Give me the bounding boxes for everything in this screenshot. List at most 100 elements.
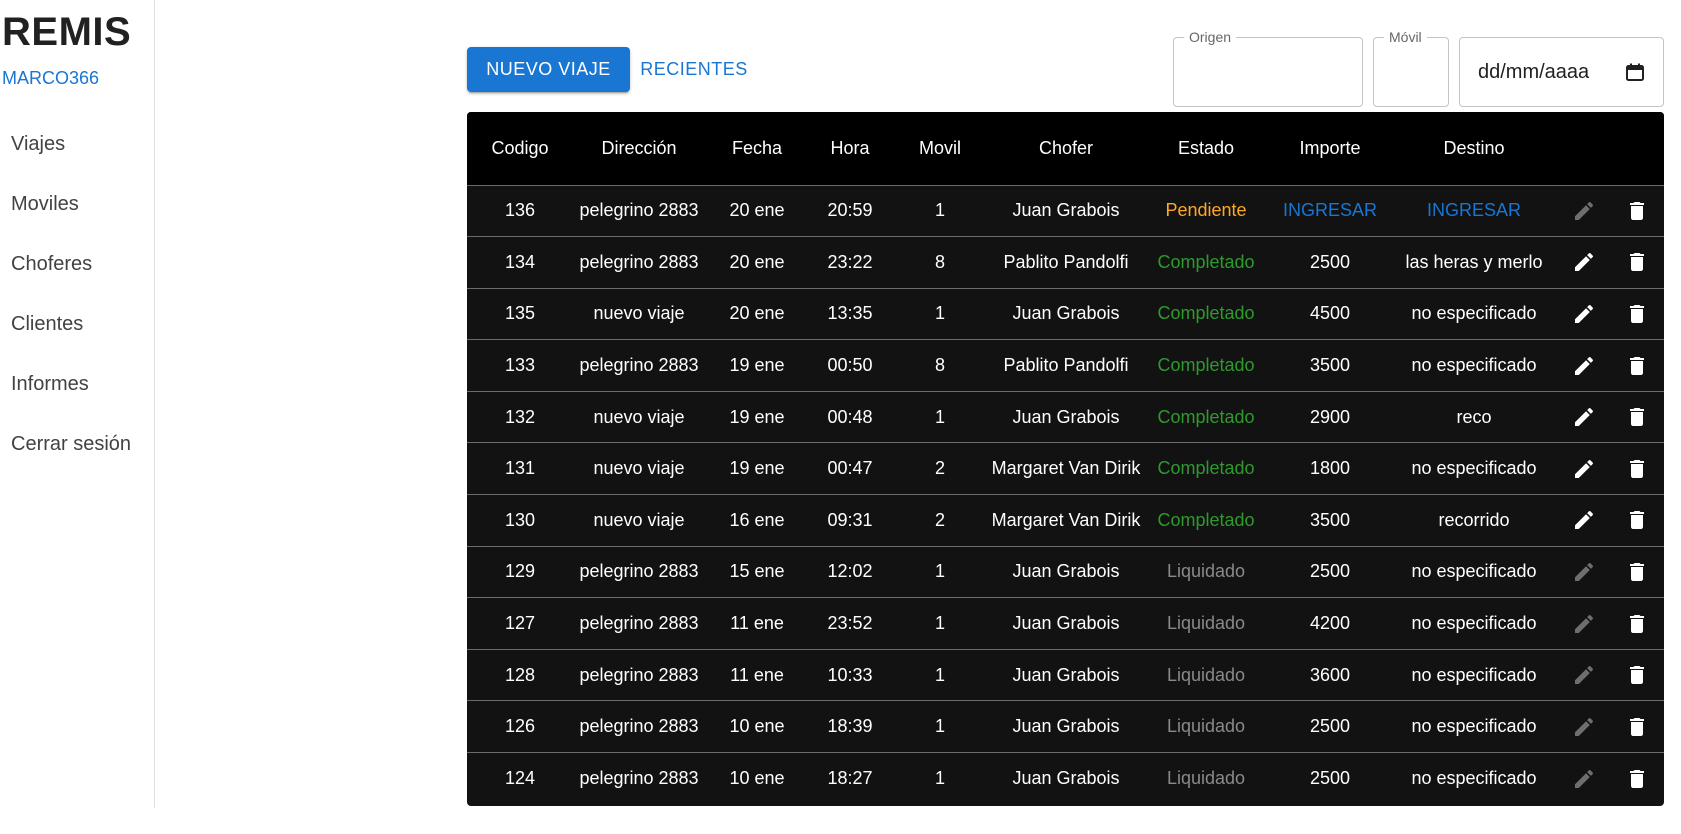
cell-chofer: Juan Grabois	[1012, 303, 1120, 324]
cell-chofer: Juan Grabois	[1012, 716, 1120, 737]
cell-direccion: pelegrino 2883	[579, 561, 699, 582]
cell-movil: 2	[934, 458, 945, 479]
cell-hora: 00:50	[827, 355, 873, 376]
status-badge: Liquidado	[1166, 664, 1246, 685]
sidebar-item-viajes[interactable]: Viajes	[0, 114, 154, 174]
cell-importe: 2500	[1309, 251, 1351, 272]
table-row[interactable]: 126 pelegrino 2883 10 ene 18:39 1 Juan Graboi…	[467, 700, 1664, 753]
username-label: MARCO366	[2, 68, 100, 88]
cell-fecha: 11 ene	[730, 664, 784, 685]
edit-icon[interactable]	[1572, 250, 1596, 274]
edit-icon	[1572, 767, 1596, 791]
cell-direccion: pelegrino 2883	[579, 613, 699, 634]
origen-label: Origen	[1184, 28, 1237, 46]
importe-enter-link[interactable]: INGRESAR	[1269, 185, 1391, 237]
table-row[interactable]: 127 pelegrino 2883 11 ene 23:52 1 Juan Graboi…	[467, 597, 1664, 650]
cell-movil: 1	[934, 613, 945, 634]
edit-icon[interactable]	[1572, 302, 1596, 326]
table-row[interactable]: 133 pelegrino 2883 19 ene 00:50 8 Pablito Pan…	[467, 339, 1664, 392]
cell-destino: no especificado	[1411, 355, 1537, 376]
app-title: REMIS	[2, 10, 132, 54]
column-header: Importe	[1299, 137, 1361, 158]
cell-direccion: nuevo viaje	[593, 458, 685, 479]
table-row[interactable]: 132 nuevo viaje 19 ene 00:48 1 Juan Grabois Co…	[467, 391, 1664, 443]
cell-hora: 23:52	[827, 613, 873, 634]
cell-chofer: Pablito Pandolfi	[1003, 251, 1129, 272]
status-badge: Pendiente	[1165, 200, 1247, 221]
delete-icon[interactable]	[1625, 405, 1649, 429]
new-trip-button[interactable]: NUEVO VIAJE	[467, 47, 630, 92]
delete-icon[interactable]	[1625, 767, 1649, 791]
delete-icon[interactable]	[1625, 250, 1649, 274]
table-row[interactable]: 136 pelegrino 2883 20 ene 20:59 1 Juan Graboi…	[467, 185, 1664, 237]
cell-hora: 13:35	[827, 303, 873, 324]
cell-hora: 18:39	[827, 716, 873, 737]
sidebar-item-choferes[interactable]: Choferes	[0, 234, 154, 294]
sidebar-item-cerrar-sesion[interactable]: Cerrar sesión	[0, 414, 154, 474]
cell-importe: 3600	[1309, 664, 1351, 685]
cell-fecha: 19 ene	[729, 458, 785, 479]
cell-codigo: 127	[504, 613, 536, 634]
delete-icon[interactable]	[1625, 715, 1649, 739]
status-badge: Completado	[1157, 303, 1255, 324]
delete-icon[interactable]	[1625, 663, 1649, 687]
cell-direccion: pelegrino 2883	[579, 251, 699, 272]
table-row[interactable]: 128 pelegrino 2883 11 ene 10:33 1 Juan Graboi…	[467, 649, 1664, 701]
status-badge: Liquidado	[1166, 561, 1246, 582]
cell-chofer: Margaret Van Dirik	[991, 509, 1141, 530]
cell-codigo: 130	[504, 509, 536, 530]
table-row[interactable]: 130 nuevo viaje 16 ene 09:31 2 Margaret Van D…	[467, 494, 1664, 547]
column-header: Estado	[1177, 137, 1235, 158]
date-field[interactable]: dd/mm/aaaa	[1459, 37, 1664, 107]
calendar-icon[interactable]	[1625, 62, 1645, 87]
origen-field[interactable]: Origen	[1173, 28, 1363, 107]
cell-importe: 3500	[1309, 509, 1351, 530]
cell-codigo: 131	[504, 458, 536, 479]
column-header: Hora	[830, 137, 870, 158]
sidebar-item-clientes[interactable]: Clientes	[0, 294, 154, 354]
edit-icon[interactable]	[1572, 508, 1596, 532]
sidebar-item-informes[interactable]: Informes	[0, 354, 154, 414]
table-row[interactable]: 129 pelegrino 2883 15 ene 12:02 1 Juan Graboi…	[467, 546, 1664, 598]
cell-codigo: 135	[504, 303, 536, 324]
delete-icon[interactable]	[1625, 302, 1649, 326]
table-row[interactable]: 131 nuevo viaje 19 ene 00:47 2 Margaret Van D…	[467, 442, 1664, 495]
cell-hora: 12:02	[827, 561, 873, 582]
destino-enter-link[interactable]: INGRESAR	[1391, 185, 1557, 237]
edit-icon[interactable]	[1572, 457, 1596, 481]
table-row[interactable]: 134 pelegrino 2883 20 ene 23:22 8 Pablito Pan…	[467, 236, 1664, 289]
delete-icon[interactable]	[1625, 560, 1649, 584]
delete-icon[interactable]	[1625, 612, 1649, 636]
sidebar-nav: Viajes Moviles Choferes Clientes Informe…	[0, 114, 154, 474]
delete-icon[interactable]	[1625, 199, 1649, 223]
cell-hora: 00:48	[827, 406, 873, 427]
delete-icon[interactable]	[1625, 354, 1649, 378]
cell-destino: reco	[1456, 406, 1492, 427]
movil-label: Móvil	[1384, 28, 1427, 46]
movil-field[interactable]: Móvil	[1373, 28, 1449, 107]
table-row[interactable]: 124 pelegrino 2883 10 ene 18:27 1 Juan Graboi…	[467, 752, 1664, 805]
delete-icon[interactable]	[1625, 457, 1649, 481]
status-badge: Completado	[1157, 509, 1255, 530]
cell-importe: 2500	[1309, 768, 1351, 789]
cell-direccion: pelegrino 2883	[579, 768, 699, 789]
cell-fecha: 16 ene	[729, 509, 785, 530]
edit-icon	[1572, 199, 1596, 223]
cell-movil: 1	[934, 716, 945, 737]
cell-destino: no especificado	[1411, 458, 1537, 479]
cell-chofer: Juan Grabois	[1012, 613, 1120, 634]
cell-codigo: 136	[504, 200, 536, 221]
sidebar-item-moviles[interactable]: Moviles	[0, 174, 154, 234]
edit-icon[interactable]	[1572, 405, 1596, 429]
column-header: Dirección	[601, 137, 677, 158]
cell-codigo: 128	[504, 664, 536, 685]
recent-button[interactable]: RECIENTES	[632, 47, 756, 92]
table-row[interactable]: 135 nuevo viaje 20 ene 13:35 1 Juan Grabois Co…	[467, 288, 1664, 340]
edit-icon	[1572, 715, 1596, 739]
delete-icon[interactable]	[1625, 508, 1649, 532]
cell-destino: no especificado	[1411, 716, 1537, 737]
edit-icon[interactable]	[1572, 354, 1596, 378]
date-placeholder: dd/mm/aaaa	[1478, 61, 1590, 83]
cell-fecha: 20 ene	[729, 303, 785, 324]
cell-hora: 23:22	[827, 251, 873, 272]
